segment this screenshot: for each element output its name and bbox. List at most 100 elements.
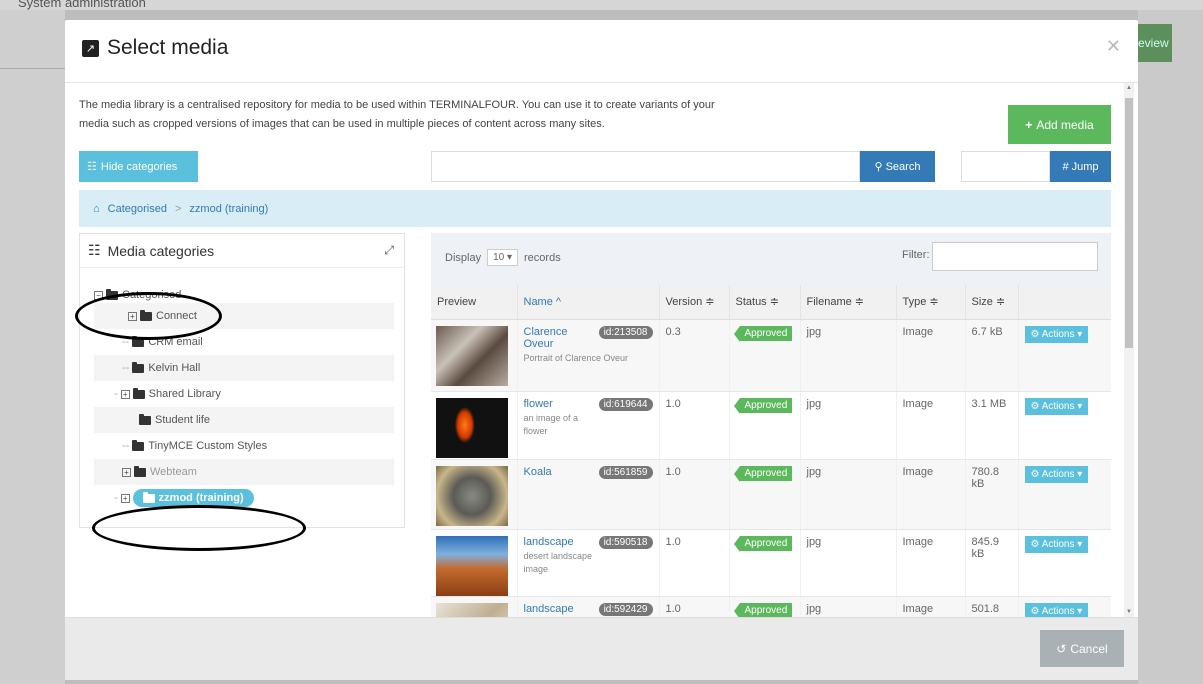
add-media-button[interactable]: + Add media [1008,105,1111,144]
version-cell: 1.0 [659,391,730,460]
filename-cell: jpg [800,596,897,617]
sitemap-icon: ☷ [87,161,97,173]
folder-icon [142,491,155,503]
col-actions [1018,285,1111,320]
search-button[interactable]: ⚲ Search [860,151,935,182]
folder-icon [132,361,145,373]
actions-button[interactable]: ⚙ Actions ▾ [1024,535,1089,553]
preview-thumbnail[interactable] [436,535,508,596]
version-cell: 1.0 [659,596,730,617]
preview-thumbnail[interactable] [436,602,508,617]
cancel-button[interactable]: ↺ Cancel [1040,630,1124,667]
tree-label: Connect [156,310,197,322]
col-type[interactable]: Type ≑ [896,285,966,320]
scroll-down-icon[interactable]: ▼ [1126,609,1132,615]
id-badge: id:592429 [598,602,653,616]
home-icon: ⌂ [93,202,100,215]
display-label: Display [445,251,482,264]
close-icon[interactable]: ✕ [1106,36,1121,57]
tree-node-tinymce[interactable]: -- TinyMCE Custom Styles [94,433,394,459]
media-name-link[interactable]: landscape [524,603,574,615]
actions-button[interactable]: ⚙ Actions ▾ [1024,602,1089,617]
status-badge: Approved [733,397,793,414]
expand-toggle-icon[interactable]: + [120,493,130,503]
preview-button[interactable]: eview [1138,24,1172,62]
selected-category-pill[interactable]: zzmod (training) [132,489,254,507]
tree-node-kelvin-hall[interactable]: -- Kelvin Hall [94,355,394,381]
table-row[interactable]: flower id:619644 an image of a flower 1.0 … [431,391,1111,460]
breadcrumb-root[interactable]: Categorised [108,203,167,215]
filter-label: Filter: [902,249,930,261]
status-badge: Approved [733,325,793,342]
preview-thumbnail[interactable] [436,325,508,386]
filename-cell: jpg [800,319,897,392]
modal-footer: ↺ Cancel [65,617,1138,680]
sitemap-icon: ☷ [88,242,101,258]
scroll-up-icon[interactable]: ▲ [1126,85,1132,91]
search-input[interactable] [431,151,860,182]
col-version[interactable]: Version ≑ [659,285,730,320]
tree-node-zzmod-training[interactable]: - + zzmod (training) [114,485,254,511]
folder-open-icon [106,288,118,300]
tree-node-student-life[interactable]: Student life [94,407,394,433]
version-cell: 1.0 [659,459,730,530]
categories-heading: Media categories [107,242,215,259]
table-row[interactable]: Koala id:561859 1.0 Approved jpg Image 78… [431,459,1111,530]
preview-thumbnail[interactable] [436,397,508,458]
jump-input[interactable] [961,151,1050,182]
col-size[interactable]: Size ≑ [965,285,1019,320]
records-label: records [524,251,561,264]
col-status[interactable]: Status ≑ [729,285,801,320]
size-cell: 6.7 kB [965,319,1019,392]
select-media-modal: ↗ Select media ✕ The media library is a … [65,20,1138,680]
table-row[interactable]: landscape id:592429 1.0 Approved jpg Imag… [431,596,1111,617]
expand-toggle-icon[interactable]: + [128,311,137,321]
actions-button[interactable]: ⚙ Actions ▾ [1024,397,1089,415]
media-name-link[interactable]: landscape [524,536,574,548]
expand-icon[interactable]: ⤢ [384,243,394,258]
filter-input[interactable] [932,242,1098,271]
id-badge: id:619644 [598,397,653,411]
folder-icon [140,309,152,321]
tree-node-connect[interactable]: + Connect [94,303,394,329]
preview-thumbnail[interactable] [436,465,508,526]
expand-toggle-icon[interactable]: + [122,467,131,477]
id-badge: id:213508 [598,325,653,339]
col-name[interactable]: Name ^ [517,285,660,320]
tree-label: TinyMCE Custom Styles [148,440,268,452]
scrollbar-thumb[interactable] [1125,98,1133,348]
breadcrumb-current[interactable]: zzmod (training) [189,203,268,215]
tree-node-webteam[interactable]: + Webteam [94,459,394,485]
collapse-icon[interactable]: − [94,290,103,300]
type-cell: Image [896,529,966,597]
media-name-link[interactable]: Koala [524,466,552,478]
expand-toggle-icon[interactable]: + [120,389,130,399]
display-records: Display 10 ▾ records [445,249,561,266]
col-filename[interactable]: Filename ≑ [800,285,897,320]
jump-button[interactable]: # Jump [1050,151,1111,182]
status-badge: Approved [733,535,793,552]
hide-categories-button[interactable]: ☷ Hide categories [79,151,198,182]
records-per-page-select[interactable]: 10 ▾ [487,249,519,266]
media-description: Portrait of Clarence Oveur [523,352,629,363]
type-cell: Image [896,319,966,392]
intro-line-1: The media library is a centralised repos… [79,99,715,111]
status-badge: Approved [733,465,793,482]
tree-node-crm-email[interactable]: -- CRM email [94,329,394,355]
app-top-bar: System administration [0,0,1203,10]
media-name-link[interactable]: Clarence Oveur [524,326,592,350]
modal-title: Select media [107,36,229,59]
tree-label: Kelvin Hall [148,362,201,374]
media-name-link[interactable]: flower [524,398,553,410]
tree-node-shared-library[interactable]: - + Shared Library [94,381,394,407]
size-cell: 845.9 kB [965,529,1019,597]
actions-button[interactable]: ⚙ Actions ▾ [1024,325,1089,343]
intro-line-2: media such as cropped versions of images… [79,118,605,130]
tree-label: Shared Library [148,388,221,400]
intro-text: The media library is a centralised repos… [79,96,799,134]
actions-button[interactable]: ⚙ Actions ▾ [1024,465,1089,483]
modal-scrollbar[interactable]: ▲ ▼ [1124,83,1134,617]
table-row[interactable]: landscape id:590518 desert landscape image… [431,529,1111,597]
system-admin-label[interactable]: System administration [18,0,146,10]
table-row[interactable]: Clarence Oveur id:213508 Portrait of Clare… [431,319,1111,392]
